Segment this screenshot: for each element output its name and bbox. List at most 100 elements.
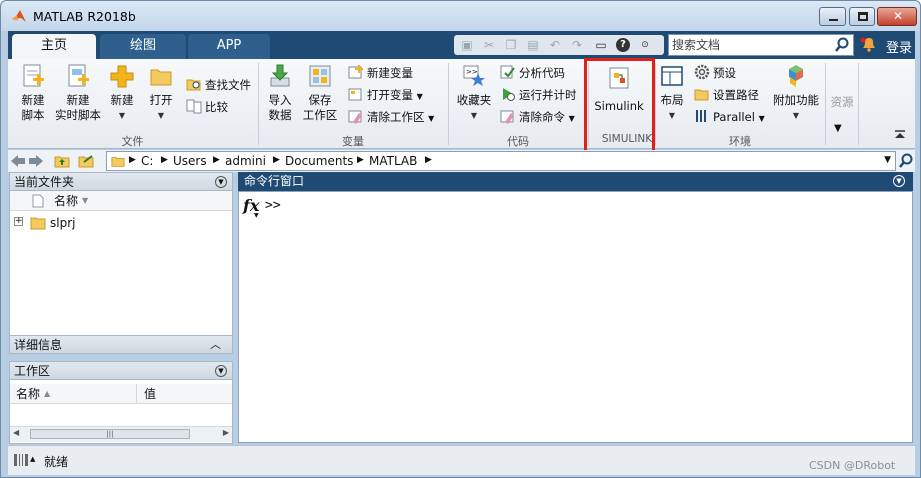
collapse-toolstrip-icon[interactable] (894, 129, 906, 139)
help-icon[interactable]: ? (616, 38, 630, 52)
save-icon[interactable]: ▣ (460, 38, 474, 52)
workspace-column-header: 名称 ▲ 值 (10, 384, 232, 404)
scroll-left-icon[interactable]: ◀ (13, 428, 19, 437)
panel-actions-icon[interactable]: ▼ (215, 176, 227, 188)
group-divider (858, 63, 859, 145)
maximize-button[interactable] (849, 7, 875, 26)
clear-commands-button[interactable]: 清除命令 ▼ (500, 107, 575, 127)
expand-icon[interactable]: + (14, 217, 23, 226)
column-header-value[interactable]: 值 (144, 384, 156, 404)
favorites-button[interactable]: >> 收藏夹 ▼ (454, 63, 494, 123)
matlab-window: MATLAB R2018b ✕ 主页 绘图 APP ▣ ✂ ❐ ▤ ↶ ↷ ▭ … (0, 0, 921, 478)
copy-icon[interactable]: ❐ (504, 38, 518, 52)
command-window-header[interactable]: 命令行窗口 ▼ (238, 172, 913, 191)
compare-button[interactable]: 比较 (186, 97, 228, 117)
breadcrumb-users[interactable]: Users (173, 154, 207, 168)
file-type-icon (32, 194, 44, 208)
clear-workspace-icon (348, 110, 362, 124)
layout-icon (661, 66, 683, 86)
open-button[interactable]: 打开 ▼ (146, 63, 176, 123)
group-label-file: 文件 (121, 135, 144, 148)
compare-icon (186, 99, 202, 114)
chevron-up-icon[interactable]: ▲ (30, 455, 35, 463)
scroll-right-icon[interactable]: ▶ (223, 428, 229, 437)
close-button[interactable]: ✕ (877, 7, 917, 26)
import-data-button[interactable]: 导入 数据 (264, 63, 296, 123)
list-item[interactable]: + slprj (10, 214, 232, 234)
new-variable-button[interactable]: 新建变量 (348, 63, 413, 83)
login-link[interactable]: 登录 (886, 37, 912, 56)
scrollbar-thumb[interactable]: ||| (30, 429, 190, 439)
breadcrumb-separator-icon: ▶ (161, 155, 168, 165)
folder-icon (111, 157, 125, 167)
new-script-button[interactable]: 新建 脚本 (14, 63, 52, 123)
parallel-button[interactable]: Parallel ▼ (694, 107, 765, 127)
search-input[interactable] (672, 37, 832, 53)
clear-workspace-button[interactable]: 清除工作区 ▼ (348, 107, 434, 127)
redo-icon[interactable]: ↷ (570, 38, 584, 52)
details-header[interactable]: 详细信息 ︿ (9, 335, 233, 354)
new-live-script-button[interactable]: 新建 实时脚本 (54, 63, 102, 123)
column-divider (136, 384, 137, 404)
cut-icon[interactable]: ✂ (482, 38, 496, 52)
search-icon[interactable] (898, 153, 914, 169)
preferences-button[interactable]: 预设 (694, 63, 736, 83)
set-path-button[interactable]: 设置路径 (694, 85, 759, 105)
browse-folder-icon[interactable] (78, 153, 94, 169)
chevron-up-icon[interactable]: ︿ (210, 336, 221, 354)
save-workspace-icon (309, 65, 331, 87)
breadcrumb-c-drive[interactable]: C: (141, 154, 153, 168)
breadcrumb-documents[interactable]: Documents (285, 154, 353, 168)
switch-windows-icon[interactable]: ▭ (594, 38, 608, 52)
command-prompt: >> (265, 198, 281, 213)
current-folder-header[interactable]: 当前文件夹 ▼ (9, 172, 233, 191)
tab-plots[interactable]: 绘图 (100, 34, 186, 59)
caret-down-icon: ▼ (157, 111, 165, 120)
tab-home[interactable]: 主页 (12, 34, 96, 59)
chevron-down-icon[interactable]: ▼ (884, 155, 891, 165)
caret-down-icon[interactable]: ▼ (834, 123, 842, 134)
tab-apps[interactable]: APP (188, 34, 270, 59)
analyze-code-button[interactable]: 分析代码 (500, 63, 565, 83)
current-folder-panel: 名称 ▼ + slprj (9, 191, 233, 335)
new-button[interactable]: 新建 ▼ (106, 63, 138, 123)
resources-button[interactable]: 资源 (828, 95, 856, 110)
find-files-button[interactable]: 查找文件 (186, 75, 251, 95)
group-label-environment: 环境 (729, 135, 751, 148)
workspace-header[interactable]: 工作区 ▼ (9, 361, 233, 380)
sort-arrow-icon: ▼ (82, 196, 89, 205)
open-variable-button[interactable]: 打开变量 ▼ (348, 85, 423, 105)
add-ons-button[interactable]: 附加功能 ▼ (772, 63, 820, 123)
forward-arrow-icon[interactable] (28, 153, 44, 169)
minimize-button[interactable] (819, 7, 846, 26)
up-folder-icon[interactable] (54, 153, 70, 169)
undo-icon[interactable]: ↶ (548, 38, 562, 52)
save-workspace-button[interactable]: 保存 工作区 (300, 63, 340, 123)
favorites-icon: >> (463, 65, 485, 86)
column-header-name[interactable]: 名称 ▼ (10, 191, 232, 211)
search-icon[interactable] (834, 37, 850, 53)
group-label-code: 代码 (507, 135, 529, 148)
caret-down-icon: ▼ (118, 111, 126, 120)
breadcrumb-separator-icon: ▶ (357, 155, 364, 165)
breadcrumb-matlab[interactable]: MATLAB (369, 154, 417, 168)
folder-icon (30, 217, 46, 230)
group-label-variable: 变量 (342, 135, 364, 148)
column-header-name[interactable]: 名称 (16, 384, 40, 404)
clear-commands-icon (500, 110, 514, 124)
layout-button[interactable]: 布局 ▼ (658, 63, 686, 123)
notification-bell-icon[interactable] (860, 36, 876, 52)
command-window[interactable]: fx ▼ >> (238, 191, 913, 443)
current-folder-title: 当前文件夹 (14, 175, 75, 189)
horizontal-scrollbar[interactable]: ◀ ||| ▶ (10, 426, 232, 442)
paste-icon[interactable]: ▤ (526, 38, 540, 52)
breadcrumb-admini[interactable]: admini (225, 154, 266, 168)
run-and-time-button[interactable]: 运行并计时 (500, 85, 577, 105)
breadcrumb-separator-icon: ▶ (129, 155, 136, 165)
panel-actions-icon[interactable]: ▼ (215, 365, 227, 377)
panel-actions-icon[interactable]: ▼ (893, 175, 905, 187)
chevron-down-icon[interactable]: ⊙ (638, 38, 652, 52)
back-arrow-icon[interactable] (10, 153, 26, 169)
current-path-field[interactable]: ▶ C: ▶ Users ▶ admini ▶ Documents ▶ MATL… (106, 151, 896, 171)
title-bar: MATLAB R2018b ✕ (1, 1, 920, 31)
